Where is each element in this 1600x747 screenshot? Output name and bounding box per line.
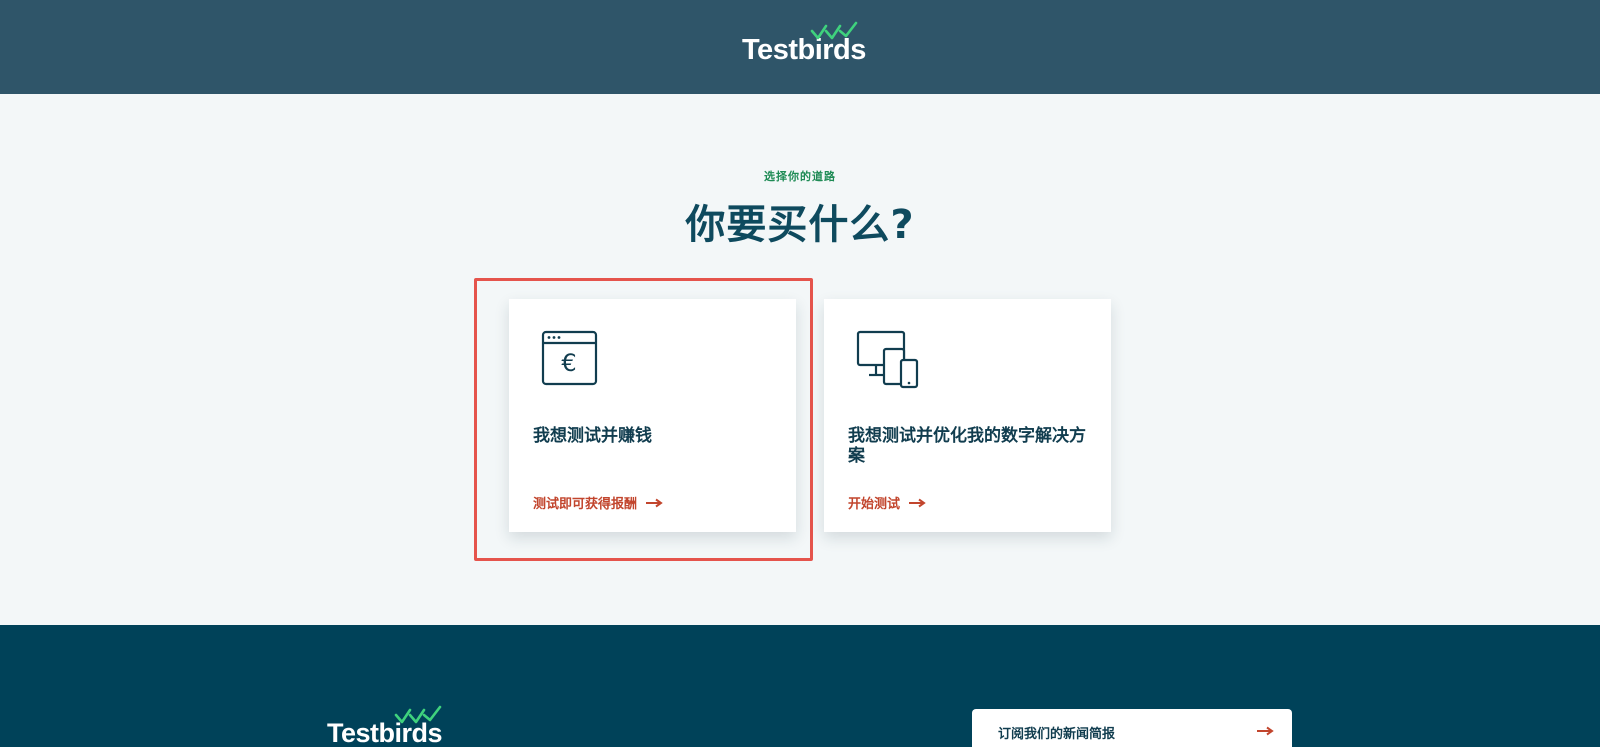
header-logo[interactable]: Testbirds: [742, 21, 866, 67]
checkmarks-icon: [394, 705, 442, 724]
newsletter-label: 订阅我们的新闻简报: [998, 727, 1116, 742]
page-title: 你要买什么?: [685, 202, 915, 248]
site-footer: Testbirds 订阅我们的新闻简报: [0, 625, 1600, 747]
svg-text:€: €: [561, 349, 576, 377]
card-test-and-earn[interactable]: € 我想测试并赚钱 测试即可获得报酬: [509, 299, 796, 532]
main-section: 选择你的道路 你要买什么? € 我想测试并赚钱 测试即可获得报酬 我想测试并优化…: [0, 94, 1600, 625]
browser-euro-icon: €: [541, 330, 598, 386]
site-header: Testbirds: [0, 0, 1600, 94]
card-cta-link[interactable]: 开始测试: [848, 493, 926, 512]
arrow-right-icon: [909, 498, 926, 507]
card-title: 我想测试并优化我的数字解决方案: [848, 426, 1086, 466]
devices-icon: [856, 330, 919, 389]
checkmarks-icon: [810, 21, 858, 40]
arrow-right-icon: [1257, 726, 1274, 736]
card-title: 我想测试并赚钱: [533, 426, 652, 446]
cta-label: 测试即可获得报酬: [533, 497, 638, 512]
newsletter-button[interactable]: 订阅我们的新闻简报: [972, 709, 1292, 747]
card-cta-link[interactable]: 测试即可获得报酬: [533, 493, 663, 512]
cta-label: 开始测试: [848, 497, 901, 512]
footer-logo[interactable]: Testbirds: [327, 705, 443, 747]
arrow-right-icon: [646, 498, 663, 507]
card-test-and-optimize[interactable]: 我想测试并优化我的数字解决方案 开始测试: [824, 299, 1111, 532]
eyebrow-text: 选择你的道路: [764, 170, 836, 183]
